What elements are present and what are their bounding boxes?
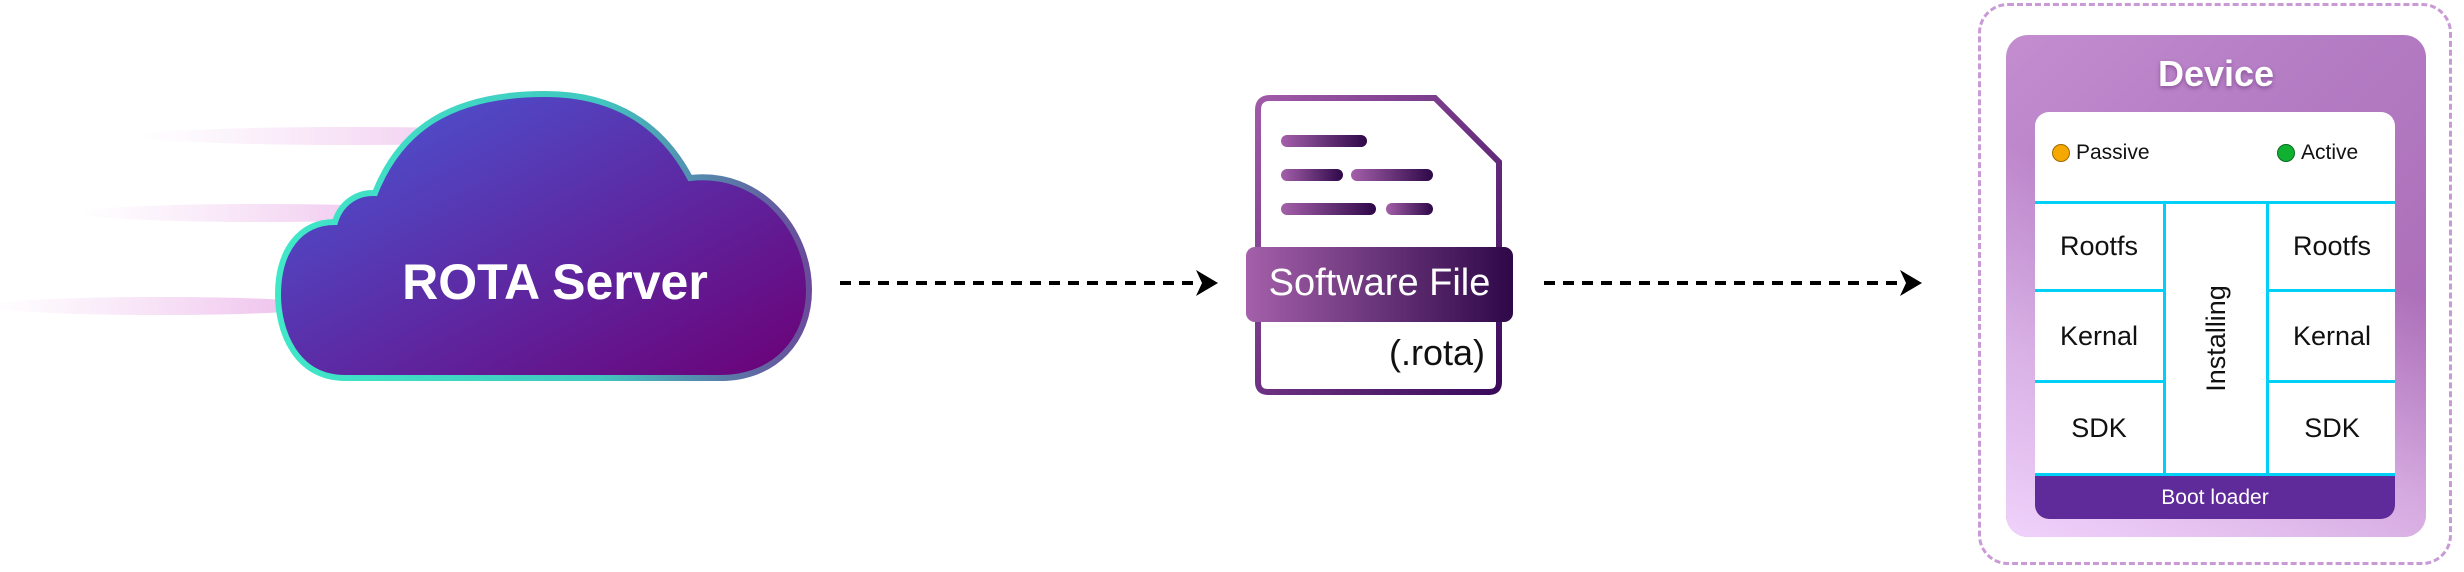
device-panel: Passive Active Rootfs Kernal SDK Install… — [2035, 112, 2395, 519]
installing-column: Installing — [2163, 204, 2269, 473]
right-sdk: SDK — [2304, 412, 2360, 443]
arrow-server-to-file — [840, 270, 1218, 296]
legend: Passive Active — [2035, 112, 2395, 204]
passive-dot-icon — [2052, 144, 2070, 162]
arrow-file-to-device — [1544, 270, 1922, 296]
installing-label: Installing — [2200, 285, 2231, 392]
active-dot-icon — [2277, 144, 2295, 162]
server-label: ROTA Server — [402, 254, 708, 310]
right-rootfs: Rootfs — [2269, 204, 2395, 292]
legend-active-label: Active — [2301, 141, 2359, 164]
boot-loader: Boot loader — [2035, 473, 2395, 519]
left-kernal: Kernal — [2035, 292, 2163, 383]
device-title: Device — [2157, 53, 2275, 94]
legend-passive: Passive — [2052, 141, 2150, 165]
right-kernal: Kernal — [2269, 292, 2395, 383]
left-sdk: SDK — [2071, 412, 2127, 443]
left-rootfs: Rootfs — [2035, 204, 2163, 292]
file-extension-label: (.rota) — [1388, 332, 1485, 373]
software-file-label: Software File — [1268, 262, 1491, 304]
legend-active: Active — [2277, 141, 2358, 165]
legend-passive-label: Passive — [2076, 141, 2150, 164]
